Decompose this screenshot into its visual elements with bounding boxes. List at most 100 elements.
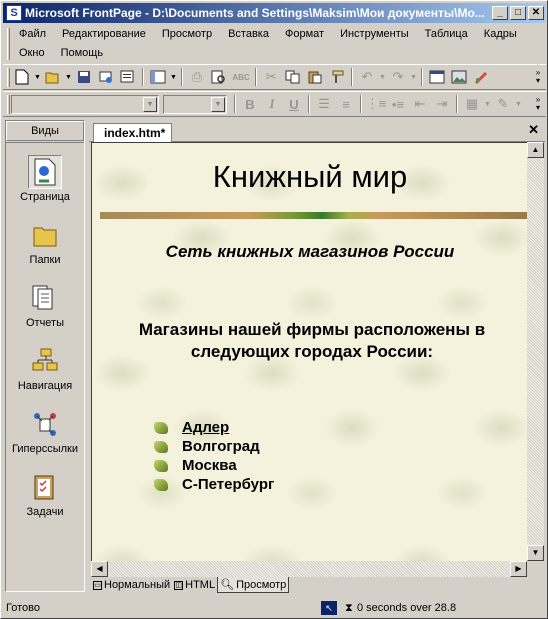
format-painter-icon[interactable]: [326, 66, 348, 88]
toolbar-separator: [456, 95, 458, 113]
align-left-icon[interactable]: ☰: [313, 93, 335, 115]
bullets-icon[interactable]: •≡: [387, 93, 409, 115]
menu-file[interactable]: Файл: [11, 25, 54, 44]
city-link[interactable]: Адлер: [182, 419, 229, 436]
toolbar-separator: [360, 95, 362, 113]
connection-status-icon[interactable]: ↖: [321, 601, 337, 615]
toolbar-overflow-icon[interactable]: » ▾: [533, 69, 543, 85]
toolbar-grip[interactable]: [7, 95, 10, 114]
menu-frames[interactable]: Кадры: [476, 25, 525, 44]
scroll-right-icon[interactable]: ▶: [510, 561, 527, 577]
toolbar-separator: [255, 68, 257, 86]
highlight-icon[interactable]: ✎: [492, 93, 514, 115]
chevron-down-icon[interactable]: ▼: [211, 96, 225, 112]
toolbar-overflow-icon[interactable]: » ▾: [533, 96, 543, 112]
menu-view[interactable]: Просмотр: [154, 25, 220, 44]
scrollbar-corner: [527, 561, 544, 577]
menu-table[interactable]: Таблица: [417, 25, 476, 44]
frontpage-app-icon[interactable]: S: [6, 5, 22, 21]
scroll-up-icon[interactable]: ▲: [527, 142, 544, 158]
undo-icon[interactable]: ↶: [356, 66, 378, 88]
formatting-toolbar: ▼ ▼ B I U ☰ ≡ ⋮≡ •≡ ⇤ ⇥ ▦ ▼ ✎ ▼ » ▾: [3, 91, 546, 117]
tab-normal-label: Нормальный: [104, 579, 171, 591]
leaf-bullet-icon: [154, 459, 168, 472]
open-icon[interactable]: [42, 66, 64, 88]
menu-tools[interactable]: Инструменты: [332, 25, 417, 44]
new-page-icon[interactable]: [11, 66, 33, 88]
tab-html-label: HTML: [185, 579, 216, 591]
print-icon[interactable]: ⎙: [186, 66, 208, 88]
copy-icon[interactable]: [282, 66, 304, 88]
menu-edit[interactable]: Редактирование: [54, 25, 154, 44]
view-hyperlinks[interactable]: Гиперссылки: [6, 401, 84, 461]
style-combo[interactable]: ▼: [11, 94, 159, 114]
view-navigation[interactable]: Навигация: [6, 338, 84, 398]
scroll-left-icon[interactable]: ◀: [91, 561, 108, 577]
vertical-scrollbar[interactable]: ▲ ▼: [527, 142, 544, 561]
close-document-icon[interactable]: ✕: [528, 122, 539, 138]
view-page[interactable]: Страница: [6, 149, 84, 209]
views-bar-body: Страница Папки Отчеты Навигация Гиперссы…: [6, 142, 84, 591]
views-dropdown-icon[interactable]: ▼: [169, 66, 178, 88]
view-reports[interactable]: Отчеты: [6, 275, 84, 335]
underline-label: U: [289, 96, 299, 112]
horizontal-scrollbar[interactable]: ◀ ▶: [91, 561, 527, 577]
tab-preview-label: Просмотр: [236, 578, 287, 591]
view-navigation-label: Навигация: [17, 380, 73, 392]
scroll-down-icon[interactable]: ▼: [527, 545, 544, 561]
increase-indent-icon[interactable]: ⇥: [431, 93, 453, 115]
menu-insert[interactable]: Вставка: [220, 25, 277, 44]
minimize-button[interactable]: _: [492, 6, 508, 20]
font-combo[interactable]: ▼: [163, 94, 227, 114]
bold-button[interactable]: B: [239, 93, 261, 115]
numbering-icon[interactable]: ⋮≡: [365, 93, 387, 115]
underline-button[interactable]: U: [283, 93, 305, 115]
paste-icon[interactable]: [304, 66, 326, 88]
view-page-label: Страница: [20, 191, 70, 203]
city-name: Москва: [182, 457, 237, 474]
insert-picture-icon[interactable]: [448, 66, 470, 88]
cut-icon[interactable]: ✂: [260, 66, 282, 88]
tab-index-htm[interactable]: index.htm*: [93, 123, 173, 143]
print-preview-icon[interactable]: [208, 66, 230, 88]
view-folders[interactable]: Папки: [6, 212, 84, 272]
menu-bar-grip[interactable]: [7, 28, 10, 60]
redo-icon[interactable]: ↷: [387, 66, 409, 88]
views-bar-header: Виды: [6, 121, 84, 141]
tab-normal[interactable]: ▭ Нормальный: [91, 577, 172, 593]
spelling-icon[interactable]: ABC: [230, 66, 252, 88]
open-dropdown-icon[interactable]: ▼: [64, 66, 73, 88]
view-tasks[interactable]: Задачи: [6, 464, 84, 524]
tab-html[interactable]: ◫ HTML: [172, 577, 217, 593]
maximize-button[interactable]: □: [510, 6, 526, 20]
web-component-icon[interactable]: [426, 66, 448, 88]
city-item-adler[interactable]: Адлер: [154, 418, 274, 437]
publish-icon[interactable]: [95, 66, 117, 88]
tab-preview[interactable]: 🔍︎ Просмотр: [217, 577, 290, 593]
chevron-down-icon[interactable]: ▼: [143, 96, 157, 112]
menu-window[interactable]: Окно: [11, 44, 53, 63]
undo-dropdown-icon[interactable]: ▼: [378, 66, 387, 88]
save-icon[interactable]: [73, 66, 95, 88]
views-icon[interactable]: [147, 66, 169, 88]
borders-icon[interactable]: ▦: [461, 93, 483, 115]
close-window-button[interactable]: ✕: [528, 6, 544, 20]
views-bar: Виды Страница Папки Отчеты Навигация Гип…: [5, 120, 85, 592]
align-center-icon[interactable]: ≡: [335, 93, 357, 115]
decrease-indent-icon[interactable]: ⇤: [409, 93, 431, 115]
redo-dropdown-icon[interactable]: ▼: [409, 66, 418, 88]
menu-bar: Файл Редактирование Просмотр Вставка Фор…: [3, 25, 546, 63]
page-subtitle: Сеть книжных магазинов России: [165, 242, 455, 261]
page-preview[interactable]: Книжный мир Сеть книжных магазинов Росси…: [91, 142, 527, 561]
borders-dropdown-icon[interactable]: ▼: [483, 93, 492, 115]
menu-format[interactable]: Формат: [277, 25, 332, 44]
city-item-moscow: Москва: [154, 456, 274, 475]
title-bar[interactable]: S Microsoft FrontPage - D:\Documents and…: [3, 3, 546, 23]
highlight-dropdown-icon[interactable]: ▼: [514, 93, 523, 115]
menu-help[interactable]: Помощь: [53, 44, 112, 63]
new-dropdown-icon[interactable]: ▼: [33, 66, 42, 88]
italic-button[interactable]: I: [261, 93, 283, 115]
folder-list-icon[interactable]: [117, 66, 139, 88]
toolbar-grip[interactable]: [7, 68, 10, 87]
drawing-icon[interactable]: [470, 66, 492, 88]
